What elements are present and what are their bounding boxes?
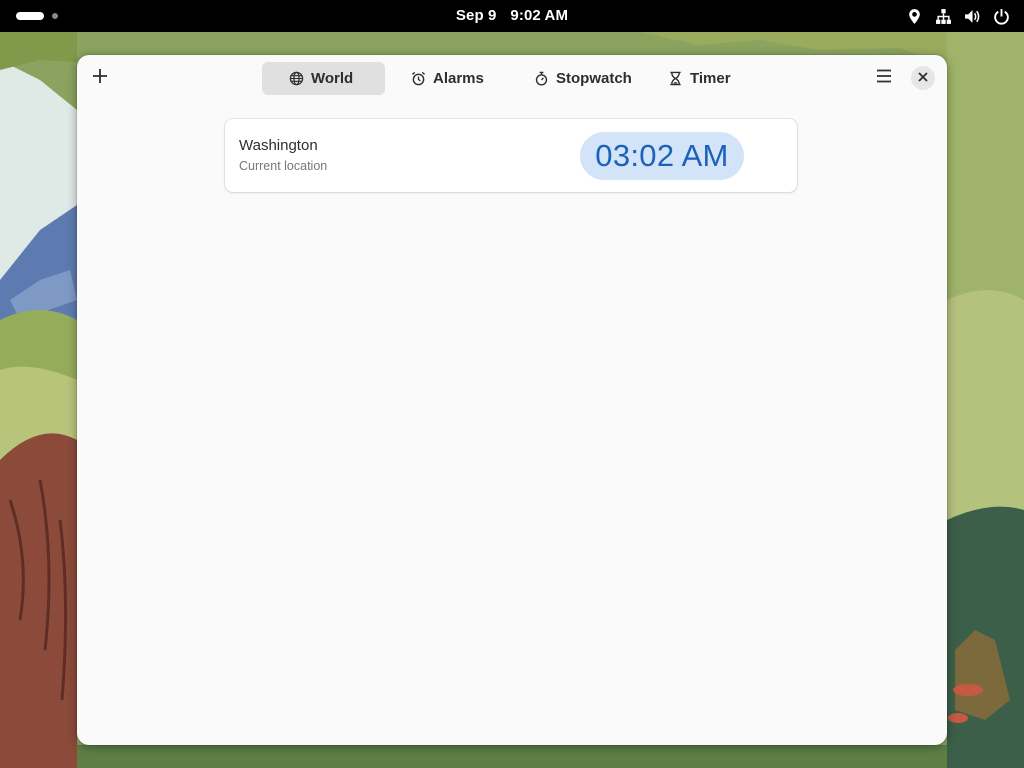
add-icon (92, 68, 108, 89)
stopwatch-icon (534, 71, 549, 86)
tab-world[interactable]: World (262, 62, 385, 95)
top-bar: Sep 9 9:02 AM (0, 0, 1024, 32)
tab-timer-label: Timer (690, 70, 731, 87)
top-bar-clock[interactable]: Sep 9 9:02 AM (0, 0, 1024, 32)
system-tray[interactable] (906, 7, 1010, 25)
top-bar-date: Sep 9 (455, 7, 497, 24)
network-icon[interactable] (935, 8, 952, 25)
top-bar-time: 9:02 AM (510, 7, 569, 24)
power-icon[interactable] (993, 8, 1010, 25)
world-clock-row[interactable]: Washington Current location 03:02 AM (225, 119, 797, 192)
tab-timer[interactable]: Timer (647, 62, 757, 95)
add-world-clock-button[interactable] (85, 62, 115, 94)
tab-stopwatch[interactable]: Stopwatch (517, 62, 643, 95)
city-subtitle: Current location (239, 159, 328, 173)
volume-icon[interactable] (964, 8, 981, 25)
tab-alarms[interactable]: Alarms (389, 62, 513, 95)
globe-icon (289, 71, 304, 86)
tab-alarms-label: Alarms (433, 70, 484, 87)
close-window-button[interactable] (911, 66, 935, 90)
hourglass-icon (668, 71, 683, 86)
location-icon[interactable] (906, 8, 923, 25)
view-switcher: World Alarms Stopwatch Timer (262, 62, 757, 95)
city-time-badge: 03:02 AM (580, 132, 744, 180)
tab-world-label: World (311, 70, 354, 87)
hamburger-menu-icon (876, 69, 892, 88)
alarm-clock-icon (411, 71, 426, 86)
tab-stopwatch-label: Stopwatch (556, 70, 632, 87)
main-menu-button[interactable] (869, 62, 899, 94)
header-bar: World Alarms Stopwatch Timer (77, 55, 947, 101)
close-icon (918, 69, 928, 87)
clocks-window: World Alarms Stopwatch Timer Washington … (77, 55, 947, 745)
city-name: Washington (239, 137, 318, 154)
